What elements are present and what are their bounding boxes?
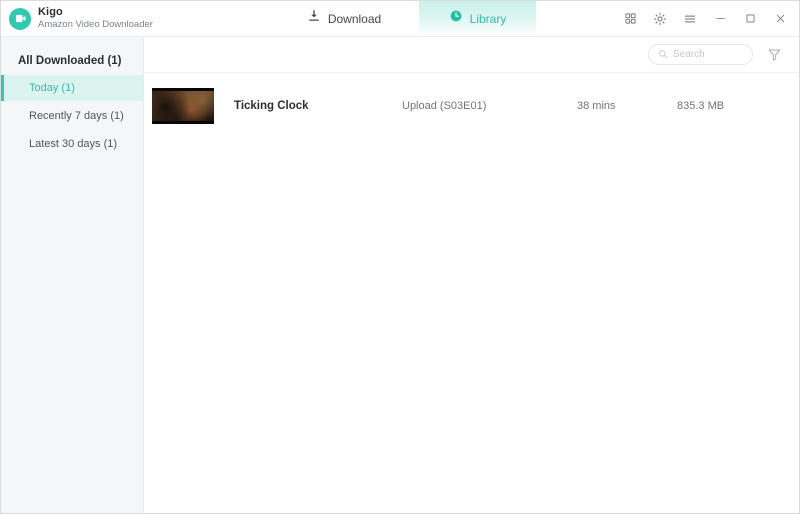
maximize-icon[interactable] <box>739 6 761 32</box>
video-thumbnail <box>152 88 214 124</box>
main-tabs: Download Library <box>269 1 536 36</box>
search-icon <box>658 46 668 64</box>
thumbnail-art <box>152 88 214 124</box>
video-title: Ticking Clock <box>234 100 309 112</box>
app-window: Kigo Amazon Video Downloader Download Li… <box>0 0 800 514</box>
sidebar-item-label: Today (1) <box>29 82 75 94</box>
title-bar: Kigo Amazon Video Downloader Download Li… <box>1 1 799 37</box>
library-list: Ticking Clock Upload (S03E01) 38 mins 83… <box>144 73 799 513</box>
video-size: 835.3 MB <box>677 100 725 112</box>
main-content: Ticking Clock Upload (S03E01) 38 mins 83… <box>144 37 799 513</box>
tab-download[interactable]: Download <box>269 1 419 36</box>
kigo-logo-icon <box>9 7 31 30</box>
apps-grid-icon[interactable] <box>619 6 641 32</box>
tab-download-label: Download <box>327 11 382 26</box>
window-controls <box>615 1 795 36</box>
menu-icon[interactable] <box>679 6 701 32</box>
sidebar-item-today[interactable]: Today (1) <box>1 75 143 101</box>
sidebar-item-latest-30-days[interactable]: Latest 30 days (1) <box>1 131 143 157</box>
download-icon <box>307 9 321 28</box>
video-duration: 38 mins <box>577 100 616 112</box>
video-episode: Upload (S03E01) <box>402 100 487 112</box>
sidebar-item-label: Latest 30 days (1) <box>29 138 118 150</box>
minimize-icon[interactable] <box>709 6 731 32</box>
tab-library-label: Library <box>469 11 507 26</box>
app-name: Kigo <box>38 5 63 18</box>
body-area: All Downloaded (1) Today (1) Recently 7 … <box>1 37 799 513</box>
close-icon[interactable] <box>769 6 791 32</box>
app-brand: Kigo Amazon Video Downloader <box>1 1 259 36</box>
library-toolbar <box>144 37 799 73</box>
library-clock-icon <box>449 9 463 28</box>
search-box[interactable] <box>648 44 753 65</box>
sidebar: All Downloaded (1) Today (1) Recently 7 … <box>1 37 144 513</box>
app-subtitle: Amazon Video Downloader <box>38 18 153 30</box>
sidebar-item-recently-7-days[interactable]: Recently 7 days (1) <box>1 103 143 129</box>
tab-library[interactable]: Library <box>419 1 536 36</box>
sidebar-item-label: Recently 7 days (1) <box>29 110 124 122</box>
search-input[interactable] <box>673 49 743 60</box>
app-brand-text: Kigo Amazon Video Downloader <box>38 5 153 30</box>
gear-icon[interactable] <box>649 6 671 32</box>
filter-icon[interactable] <box>763 44 785 66</box>
sidebar-header-all-downloaded: All Downloaded (1) <box>18 55 122 67</box>
table-row[interactable]: Ticking Clock Upload (S03E01) 38 mins 83… <box>144 80 799 132</box>
